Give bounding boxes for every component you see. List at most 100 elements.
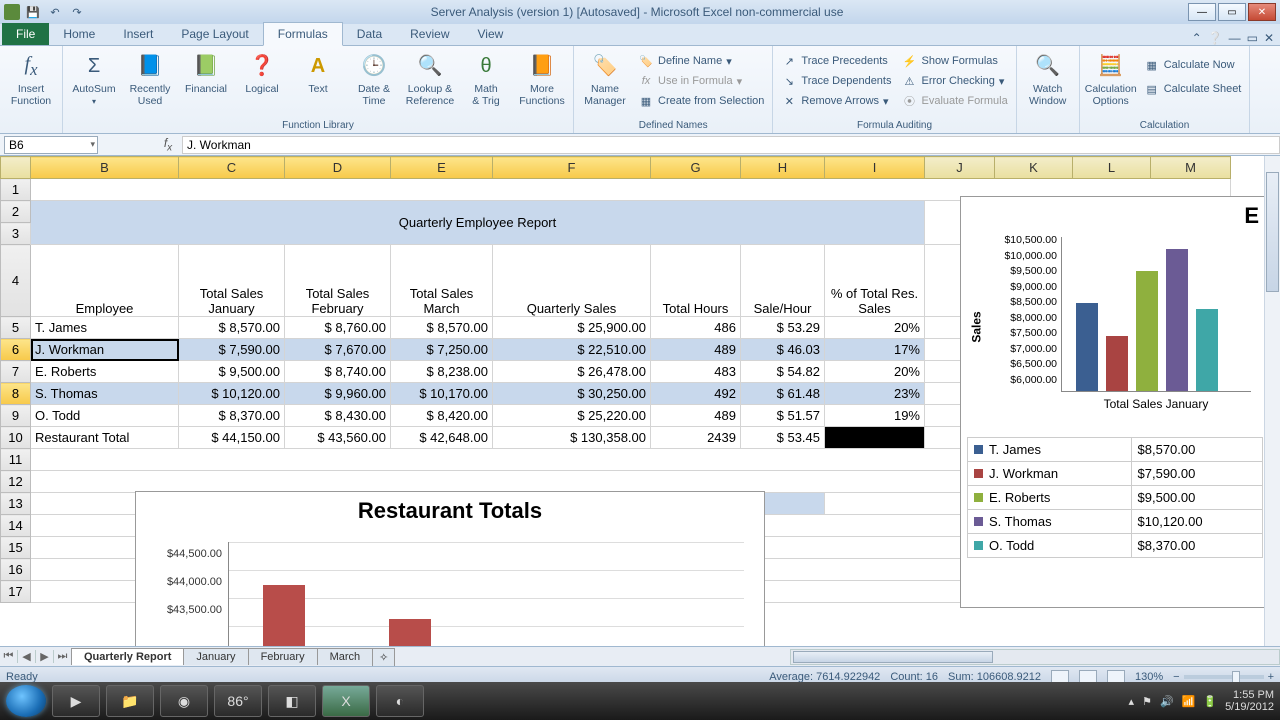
error-checking-button[interactable]: ⚠Error Checking ▾ [899, 72, 1009, 90]
header-jan[interactable]: Total Sales January [179, 245, 285, 317]
task-media-player[interactable]: ▶ [52, 685, 100, 717]
col-header[interactable]: M [1151, 157, 1231, 179]
nav-next-icon[interactable]: ▶ [36, 650, 54, 663]
cell[interactable]: $ 22,510.00 [493, 339, 651, 361]
header-th[interactable]: Total Hours [651, 245, 741, 317]
row-header[interactable]: 7 [1, 361, 31, 383]
cell[interactable]: 20% [825, 361, 925, 383]
calculation-options-button[interactable]: 🧮Calculation Options [1086, 48, 1136, 107]
header-qs[interactable]: Quarterly Sales [493, 245, 651, 317]
header-employee[interactable]: Employee [31, 245, 179, 317]
tray-up-icon[interactable]: ▴ [1129, 695, 1135, 708]
remove-arrows-button[interactable]: ✕Remove Arrows ▾ [779, 92, 893, 110]
cell[interactable]: $ 10,120.00 [179, 383, 285, 405]
task-excel[interactable]: X [322, 685, 370, 717]
col-header[interactable]: E [391, 157, 493, 179]
trace-precedents-button[interactable]: ↗Trace Precedents [779, 52, 893, 70]
cell[interactable]: $ 8,760.00 [285, 317, 391, 339]
cell[interactable]: $ 30,250.00 [493, 383, 651, 405]
logical-button[interactable]: ❓Logical [237, 48, 287, 96]
row-header[interactable]: 1 [1, 179, 31, 201]
cell[interactable]: 492 [651, 383, 741, 405]
more-functions-button[interactable]: 📙More Functions [517, 48, 567, 107]
cell[interactable]: $ 61.48 [741, 383, 825, 405]
cell[interactable]: $ 25,900.00 [493, 317, 651, 339]
cell[interactable]: S. Thomas [31, 383, 179, 405]
zoom-track[interactable] [1184, 675, 1264, 679]
zoom-handle[interactable] [1232, 671, 1240, 683]
tray-network-icon[interactable]: 📶 [1182, 695, 1196, 708]
cell[interactable]: $ 8,370.00 [179, 405, 285, 427]
window-restore-icon[interactable]: ▭ [1247, 31, 1258, 45]
report-title[interactable]: Quarterly Employee Report [31, 201, 925, 245]
cell[interactable]: $ 9,960.00 [285, 383, 391, 405]
cell[interactable]: $ 8,570.00 [391, 317, 493, 339]
select-all-corner[interactable] [1, 157, 31, 179]
row-header[interactable]: 6 [1, 339, 31, 361]
window-close-icon[interactable]: ✕ [1264, 31, 1274, 45]
task-explorer[interactable]: 📁 [106, 685, 154, 717]
tab-view[interactable]: View [464, 23, 518, 45]
file-tab[interactable]: File [2, 23, 49, 45]
worksheet-area[interactable]: B C D E F G H I J K L M 1 2Quarterly Emp… [0, 156, 1280, 646]
insert-sheet-button[interactable]: ✧ [372, 648, 395, 666]
row-header[interactable]: 11 [1, 449, 31, 471]
cell[interactable]: O. Todd [31, 405, 179, 427]
row-header[interactable]: 13 [1, 493, 31, 515]
restaurant-totals-chart[interactable]: Restaurant Totals $44,500.00 $44,000.00 … [135, 491, 765, 646]
tab-data[interactable]: Data [343, 23, 396, 45]
tab-formulas[interactable]: Formulas [263, 22, 343, 46]
start-button[interactable] [6, 685, 46, 717]
tab-page-layout[interactable]: Page Layout [167, 23, 262, 45]
col-header[interactable]: I [825, 157, 925, 179]
column-headers[interactable]: B C D E F G H I J K L M [1, 157, 1231, 179]
cell[interactable]: $ 8,420.00 [391, 405, 493, 427]
hscroll-thumb[interactable] [793, 651, 993, 663]
cell[interactable]: 489 [651, 405, 741, 427]
tray-clock[interactable]: 1:55 PM 5/19/2012 [1225, 689, 1274, 713]
undo-icon[interactable]: ↶ [46, 4, 64, 20]
cell[interactable]: 486 [651, 317, 741, 339]
text-button[interactable]: AText [293, 48, 343, 96]
cell[interactable]: 17% [825, 339, 925, 361]
col-header[interactable]: B [31, 157, 179, 179]
cell[interactable]: 23% [825, 383, 925, 405]
cell[interactable]: $ 8,570.00 [179, 317, 285, 339]
cell[interactable]: $ 46.03 [741, 339, 825, 361]
col-header[interactable]: D [285, 157, 391, 179]
col-header[interactable]: F [493, 157, 651, 179]
minimize-ribbon-icon[interactable]: ⌃ [1192, 31, 1202, 45]
row-header[interactable]: 4 [1, 245, 31, 317]
col-header[interactable]: G [651, 157, 741, 179]
cell[interactable]: $ 7,590.00 [179, 339, 285, 361]
cell[interactable]: T. James [31, 317, 179, 339]
lookup-button[interactable]: 🔍Lookup & Reference [405, 48, 455, 107]
tray-battery-icon[interactable]: 🔋 [1203, 695, 1217, 708]
define-name-button[interactable]: 🏷️Define Name ▾ [636, 52, 766, 70]
tray-flag-icon[interactable]: ⚑ [1142, 695, 1152, 708]
cell[interactable]: $ 8,238.00 [391, 361, 493, 383]
help-icon[interactable]: ❔ [1208, 31, 1223, 45]
cell[interactable]: $ 9,500.00 [179, 361, 285, 383]
cell[interactable]: $ 130,358.00 [493, 427, 651, 449]
nav-last-icon[interactable]: ⏭ [54, 650, 72, 663]
tray-volume-icon[interactable]: 🔊 [1160, 695, 1174, 708]
cell[interactable]: 483 [651, 361, 741, 383]
tab-home[interactable]: Home [49, 23, 109, 45]
tab-review[interactable]: Review [396, 23, 463, 45]
cell[interactable]: $ 26,478.00 [493, 361, 651, 383]
sheet-tab[interactable]: March [317, 648, 374, 665]
fx-button-icon[interactable]: fx [154, 136, 182, 153]
name-box[interactable]: B6 [4, 136, 98, 154]
vertical-scrollbar[interactable] [1264, 156, 1280, 646]
window-min-icon[interactable]: — [1229, 31, 1241, 45]
row-header[interactable]: 3 [1, 223, 31, 245]
nav-first-icon[interactable]: ⏮ [0, 650, 18, 663]
col-header[interactable]: K [995, 157, 1073, 179]
employee-sales-chart[interactable]: E Sales $10,500.00$10,000.00$9,500.00$9,… [960, 196, 1270, 608]
header-sh[interactable]: Sale/Hour [741, 245, 825, 317]
zoom-out-icon[interactable]: − [1173, 671, 1179, 683]
nav-prev-icon[interactable]: ◀ [18, 650, 36, 663]
header-pct[interactable]: % of Total Res. Sales [825, 245, 925, 317]
cell-black[interactable] [825, 427, 925, 449]
